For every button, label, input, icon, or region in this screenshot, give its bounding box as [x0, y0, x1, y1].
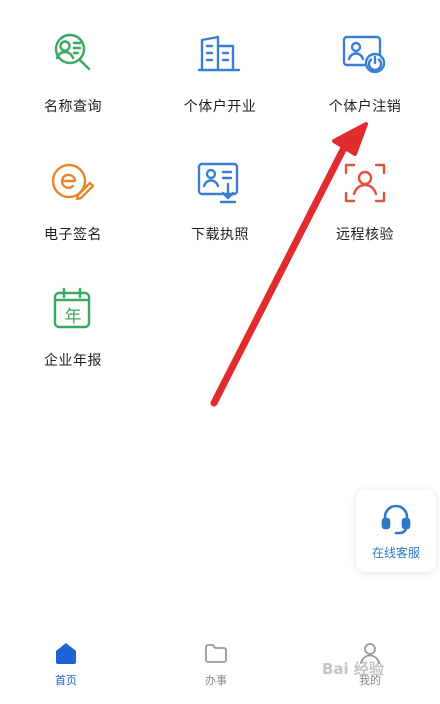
tile-name-search[interactable]: 名称查询 — [0, 0, 146, 115]
tile-label: 名称查询 — [44, 99, 102, 115]
watermark: Bai 经验 — [322, 660, 384, 678]
tab-label: 办事 — [205, 674, 227, 687]
tab-label: 首页 — [55, 674, 77, 687]
tile-label: 企业年报 — [44, 353, 102, 369]
building-icon — [195, 30, 245, 80]
calendar-glyph: 年 — [64, 307, 82, 327]
tile-label: 下载执照 — [191, 227, 249, 243]
name-search-icon — [48, 30, 98, 80]
tile-business-cancel[interactable]: 个体户注销 — [292, 0, 438, 115]
face-verify-icon — [340, 158, 390, 208]
tile-label: 电子签名 — [44, 227, 102, 243]
tile-remote-verify[interactable]: 远程核验 — [292, 128, 438, 243]
tile-annual-report[interactable]: 年 企业年报 — [0, 254, 146, 369]
tile-license-download[interactable]: 下载执照 — [147, 128, 293, 243]
tile-business-open[interactable]: 个体户开业 — [147, 0, 293, 115]
tile-label: 个体户注销 — [328, 99, 402, 115]
calendar-year-icon: 年 — [48, 284, 98, 334]
online-service-label: 在线客服 — [371, 545, 420, 560]
tile-label: 个体户开业 — [183, 99, 257, 115]
person-power-icon — [340, 30, 390, 80]
e-signature-icon — [48, 158, 98, 208]
license-download-icon — [195, 158, 245, 208]
home-icon — [56, 643, 76, 664]
tab-affairs[interactable]: 办事 — [176, 640, 256, 688]
tile-e-signature[interactable]: 电子签名 — [0, 128, 146, 243]
online-service-button[interactable]: 在线客服 — [356, 490, 436, 572]
folder-icon — [205, 644, 227, 663]
headset-icon — [381, 504, 411, 534]
tab-home[interactable]: 首页 — [26, 640, 106, 688]
tile-label: 远程核验 — [336, 227, 394, 243]
